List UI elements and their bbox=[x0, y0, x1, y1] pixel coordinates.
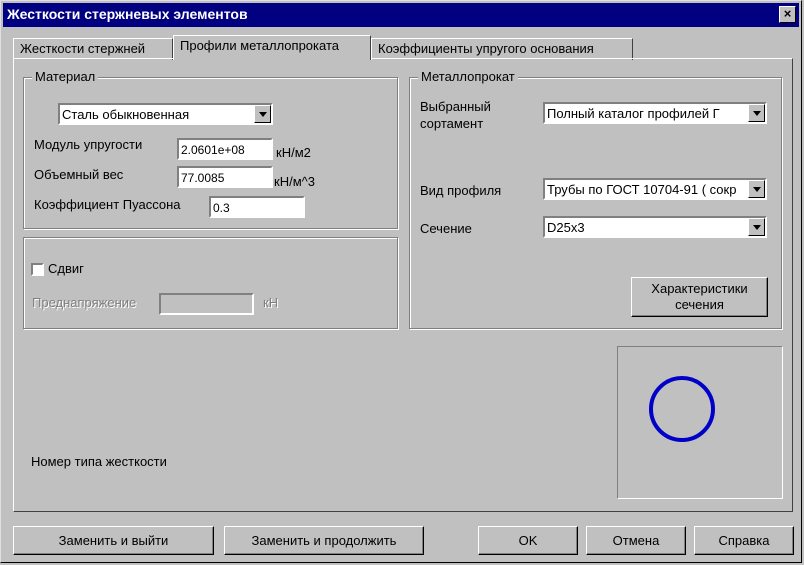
replace-continue-button[interactable]: Заменить и продолжить bbox=[224, 526, 424, 555]
tab-metal-profiles[interactable]: Профили металлопроката bbox=[173, 35, 371, 60]
elastic-modulus-label: Модуль упругости bbox=[34, 137, 143, 152]
elastic-modulus-unit: кН/м2 bbox=[276, 145, 311, 160]
prestress-input[interactable] bbox=[159, 293, 254, 315]
material-select-value: Сталь обыкновенная bbox=[62, 107, 190, 122]
section-characteristics-button[interactable]: Характеристики сечения bbox=[631, 277, 768, 317]
ok-button[interactable]: OK bbox=[478, 526, 578, 555]
tab-elastic-foundation[interactable]: Коэффициенты упругого основания bbox=[371, 38, 633, 60]
profile-type-select[interactable]: Трубы по ГОСТ 10704-91 ( сокр bbox=[543, 178, 767, 200]
tab-label: Профили металлопроката bbox=[180, 38, 339, 53]
shear-label: Сдвиг bbox=[48, 261, 84, 276]
section-characteristics-label-2: сечения bbox=[675, 297, 724, 312]
assortment-label: Выбранный bbox=[420, 99, 491, 114]
chevron-down-icon[interactable] bbox=[748, 104, 765, 122]
section-circle bbox=[649, 376, 715, 442]
prestress-unit: кН bbox=[263, 295, 279, 310]
profile-type-select-value: Трубы по ГОСТ 10704-91 ( сокр bbox=[547, 182, 737, 197]
chevron-down-icon[interactable] bbox=[748, 180, 765, 198]
tab-label: Коэффициенты упругого основания bbox=[378, 41, 594, 56]
replace-exit-button[interactable]: Заменить и выйти bbox=[13, 526, 214, 555]
assortment-label-2: сортамент bbox=[420, 116, 484, 131]
tab-label: Жесткости стержней bbox=[20, 41, 146, 56]
shear-group bbox=[23, 237, 398, 329]
cancel-button[interactable]: Отмена bbox=[586, 526, 686, 555]
tab-rod-stiffness[interactable]: Жесткости стержней bbox=[13, 38, 173, 60]
help-button[interactable]: Справка bbox=[694, 526, 794, 555]
elastic-modulus-input[interactable]: 2.0601e+08 bbox=[177, 138, 273, 160]
circle-icon bbox=[649, 376, 715, 442]
prestress-label: Преднапряжение bbox=[32, 295, 137, 310]
poisson-label: Коэффициент Пуассона bbox=[34, 197, 181, 212]
title-bar: Жесткости стержневых элементов × bbox=[3, 3, 799, 27]
poisson-input[interactable]: 0.3 bbox=[209, 196, 305, 218]
chevron-down-icon[interactable] bbox=[748, 218, 765, 236]
assortment-select-value: Полный каталог профилей Г bbox=[547, 106, 720, 121]
section-characteristics-label-1: Характеристики bbox=[651, 281, 748, 296]
volume-weight-input[interactable]: 77.0085 bbox=[177, 166, 273, 188]
section-select[interactable]: D25x3 bbox=[543, 216, 767, 238]
material-legend: Материал bbox=[32, 69, 99, 84]
stiffness-type-label: Номер типа жесткости bbox=[31, 454, 167, 469]
assortment-select[interactable]: Полный каталог профилей Г bbox=[543, 102, 767, 124]
section-select-value: D25x3 bbox=[547, 220, 585, 235]
material-select[interactable]: Сталь обыкновенная bbox=[58, 103, 273, 125]
shear-checkbox[interactable] bbox=[31, 263, 44, 276]
dialog-window: Жесткости стержневых элементов × Жесткос… bbox=[0, 0, 802, 563]
chevron-down-icon[interactable] bbox=[254, 105, 271, 123]
volume-weight-unit: кН/м^3 bbox=[274, 174, 315, 189]
volume-weight-label: Объемный вес bbox=[34, 167, 124, 182]
section-preview bbox=[617, 346, 783, 499]
metal-legend: Металлопрокат bbox=[418, 69, 518, 84]
profile-type-label: Вид профиля bbox=[420, 183, 502, 198]
window-title: Жесткости стержневых элементов bbox=[7, 6, 248, 22]
section-label: Сечение bbox=[420, 221, 472, 236]
close-button[interactable]: × bbox=[779, 6, 796, 23]
